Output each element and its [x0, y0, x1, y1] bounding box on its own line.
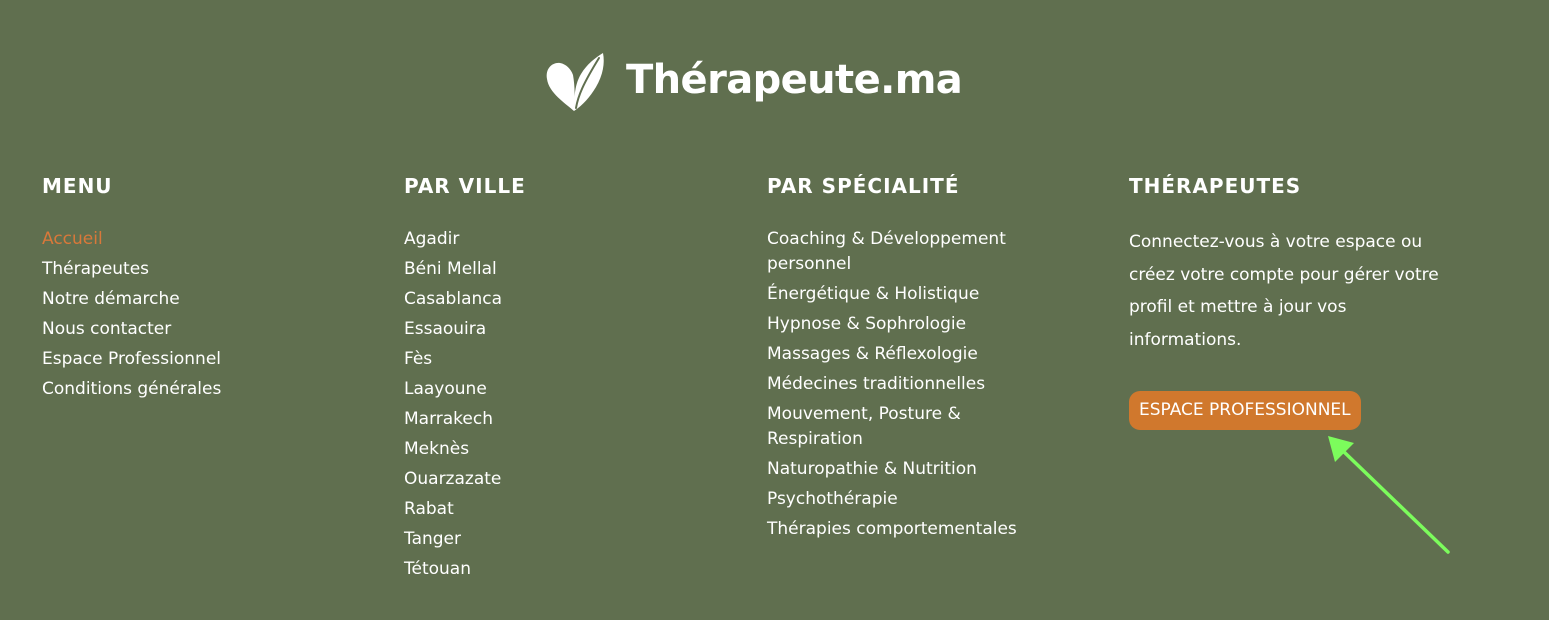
- par-ville-column: PAR VILLE Agadir Béni Mellal Casablanca …: [404, 174, 724, 579]
- ville-link-casablanca[interactable]: Casablanca: [404, 287, 502, 312]
- ville-link-tetouan[interactable]: Tétouan: [404, 557, 502, 582]
- specialite-link-hypnose[interactable]: Hypnose & Sophrologie: [767, 312, 1042, 337]
- par-specialite-title: PAR SPÉCIALITÉ: [767, 174, 960, 198]
- ville-link-laayoune[interactable]: Laayoune: [404, 377, 502, 402]
- heart-leaf-icon: [546, 53, 604, 111]
- specialite-link-massages[interactable]: Massages & Réflexologie: [767, 342, 1042, 367]
- ville-link-essaouira[interactable]: Essaouira: [404, 317, 502, 342]
- specialite-link-mouvement[interactable]: Mouvement, Posture & Respiration: [767, 402, 1042, 452]
- par-ville-title: PAR VILLE: [404, 174, 526, 198]
- menu-item-conditions-generales[interactable]: Conditions générales: [42, 377, 221, 402]
- therapeutes-column: THÉRAPEUTES Connectez-vous à votre espac…: [1129, 174, 1489, 430]
- menu-item-therapeutes[interactable]: Thérapeutes: [42, 257, 221, 282]
- ville-link-fes[interactable]: Fès: [404, 347, 502, 372]
- therapeutes-description: Connectez-vous à votre espace ou créez v…: [1129, 232, 1439, 350]
- arrow-pointer-icon: [1328, 436, 1450, 554]
- specialite-link-psychotherapie[interactable]: Psychothérapie: [767, 487, 1042, 512]
- par-specialite-column: PAR SPÉCIALITÉ Coaching & Développement …: [767, 174, 1097, 539]
- ville-link-meknes[interactable]: Meknès: [404, 437, 502, 462]
- therapeutes-title: THÉRAPEUTES: [1129, 174, 1302, 198]
- menu-item-nous-contacter[interactable]: Nous contacter: [42, 317, 221, 342]
- specialite-link-therapies-comportementales[interactable]: Thérapies comportementales: [767, 517, 1042, 542]
- site-footer: Thérapeute.ma MENU Accueil Thérapeutes N…: [0, 0, 1549, 620]
- ville-link-ouarzazate[interactable]: Ouarzazate: [404, 467, 502, 492]
- ville-link-marrakech[interactable]: Marrakech: [404, 407, 502, 432]
- espace-professionnel-button[interactable]: ESPACE PROFESSIONNEL: [1129, 391, 1361, 430]
- menu-item-accueil[interactable]: Accueil: [42, 227, 221, 252]
- brand-logo[interactable]: Thérapeute.ma: [545, 50, 963, 114]
- menu-column: MENU Accueil Thérapeutes Notre démarche …: [42, 174, 362, 399]
- ville-list: Agadir Béni Mellal Casablanca Essaouira …: [404, 227, 502, 587]
- specialite-list: Coaching & Développement personnel Énerg…: [767, 227, 1042, 547]
- menu-item-espace-professionnel[interactable]: Espace Professionnel: [42, 347, 221, 372]
- ville-link-rabat[interactable]: Rabat: [404, 497, 502, 522]
- menu-list: Accueil Thérapeutes Notre démarche Nous …: [42, 227, 221, 407]
- menu-item-notre-demarche[interactable]: Notre démarche: [42, 287, 221, 312]
- menu-title: MENU: [42, 174, 113, 198]
- specialite-link-energetique[interactable]: Énergétique & Holistique: [767, 282, 1042, 307]
- ville-link-tanger[interactable]: Tanger: [404, 527, 502, 552]
- specialite-link-coaching[interactable]: Coaching & Développement personnel: [767, 227, 1042, 277]
- specialite-link-naturopathie[interactable]: Naturopathie & Nutrition: [767, 457, 1042, 482]
- brand-name: Thérapeute.ma: [626, 57, 963, 103]
- ville-link-agadir[interactable]: Agadir: [404, 227, 502, 252]
- ville-link-beni-mellal[interactable]: Béni Mellal: [404, 257, 502, 282]
- specialite-link-medecines[interactable]: Médecines traditionnelles: [767, 372, 1042, 397]
